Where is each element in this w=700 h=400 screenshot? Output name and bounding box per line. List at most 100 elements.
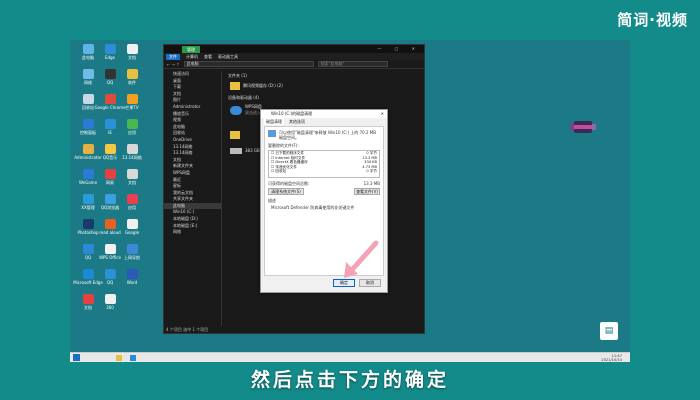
nav-item[interactable]: 播放音乐	[164, 111, 221, 118]
app-icon	[126, 194, 138, 204]
nav-item[interactable]: 文档	[164, 91, 221, 98]
desktop-icon[interactable]: 应用	[118, 194, 146, 210]
nav-item[interactable]: 最近	[164, 177, 221, 184]
desktop-icon-label: 文档	[128, 180, 136, 185]
checkbox-icon[interactable]: ☐	[271, 160, 275, 164]
clean-system-files-button[interactable]: 清理系统文件(S)	[268, 188, 304, 195]
nav-item[interactable]: OneDrive	[164, 137, 221, 144]
desktop-icon-label: 网易	[106, 180, 114, 185]
ribbon-view-tab[interactable]: 查看	[204, 54, 212, 60]
taskbar: 11:47 2021/10/14	[70, 352, 630, 362]
desktop-icon-label: Edge	[104, 55, 116, 60]
desktop-icon[interactable]: 360	[96, 294, 124, 310]
file-category-row[interactable]: ☐ 回收站 0 字节	[269, 169, 379, 174]
nav-item[interactable]: Win10 (C:)	[164, 209, 221, 216]
app-icon	[104, 169, 116, 179]
window-controls[interactable]: — ▢ ✕	[377, 46, 421, 51]
desktop-icon[interactable]: 应用	[118, 119, 146, 135]
desktop-icon[interactable]: Word	[118, 269, 146, 285]
desktop-icon-label: QQ音乐	[102, 155, 118, 160]
ribbon-drive-tools-tab[interactable]: 驱动器工具	[218, 54, 238, 60]
ribbon-computer-tab[interactable]: 计算机	[186, 54, 198, 60]
desktop-icon-label: Google	[124, 230, 140, 235]
nav-item[interactable]: 此电脑	[164, 124, 221, 131]
desktop-icon[interactable]: 文档	[118, 44, 146, 60]
manage-tab-badge[interactable]: 管理	[182, 45, 200, 53]
nav-item[interactable]: 此电脑	[164, 202, 221, 210]
desktop-icon-label: 网络	[84, 80, 92, 85]
nav-item[interactable]: 13.14网络	[164, 150, 221, 157]
nav-item[interactable]: 星标	[164, 183, 221, 190]
app-icon	[82, 44, 94, 54]
navigation-pane: 快速访问 桌面 下载 文档 图片 Administrator 播放音乐 视频 此电脑 回收站 One…	[164, 71, 222, 326]
address-bar[interactable]: 此电脑	[183, 61, 314, 67]
nav-item[interactable]: 网络	[164, 229, 221, 236]
folder-item-label: 腾讯视频缓存 (D:) (2)	[243, 83, 283, 88]
nav-item[interactable]: WPS网盘	[164, 170, 221, 177]
explorer-taskbar-icon[interactable]	[116, 355, 122, 361]
desktop-icon[interactable]: 13.14网络	[118, 144, 146, 160]
desktop-icon-label: WeGame	[78, 180, 98, 185]
tab-more-options[interactable]: 其他选项	[289, 118, 305, 125]
document-icon[interactable]: ▤	[600, 322, 618, 340]
view-files-button[interactable]: 查看文件(V)	[354, 188, 380, 195]
folder-item[interactable]: 腾讯视频缓存 (D:) (2)	[224, 81, 424, 91]
video-subtitle: 然后点击下方的确定	[250, 369, 449, 391]
nav-item[interactable]: 文档	[164, 157, 221, 164]
nav-item[interactable]: 桌面	[164, 78, 221, 85]
edge-taskbar-icon[interactable]	[130, 355, 136, 361]
file-category-name: ☐ 回收站	[271, 169, 287, 174]
checkbox-icon[interactable]: ☐	[271, 151, 275, 155]
app-icon	[82, 119, 94, 129]
app-icon	[104, 194, 116, 204]
section-devices[interactable]: 设备和驱动器 (4)	[224, 91, 424, 103]
brand-logo: 简词·视频	[617, 11, 688, 29]
desktop-screen: 此电脑 Edge 文档 网络 QQ 软件 回收站 Google Chrome 芒果TV 控制面板 I…	[70, 40, 630, 362]
desktop-icon[interactable]: Google	[118, 219, 146, 235]
pointer-arrow-icon	[344, 240, 379, 278]
clock-date: 2021/10/14	[601, 358, 622, 362]
app-icon	[126, 269, 138, 279]
app-icon	[126, 219, 138, 229]
nav-item[interactable]: 我的云文档	[164, 190, 221, 197]
app-icon	[82, 194, 94, 204]
nav-item[interactable]: 共享文件夹	[164, 196, 221, 203]
files-to-delete-list[interactable]: ☐ 已下载的程序文件 0 字节 ☐ Internet 临时文件 13.3 MB ☐ Di…	[268, 150, 380, 178]
app-icon	[126, 244, 138, 254]
desktop-icon-label: IE	[108, 130, 112, 135]
nav-item[interactable]: 快速访问	[164, 71, 221, 78]
ribbon-file-tab[interactable]: 文件	[166, 53, 180, 60]
nav-item[interactable]: 本地磁盘 (E:)	[164, 223, 221, 230]
desktop-icon-label: QQ	[84, 255, 92, 260]
search-box[interactable]: 搜索"此电脑"	[317, 61, 388, 67]
desktop-icon[interactable]: 芒果TV	[118, 94, 146, 110]
section-folders[interactable]: 文件夹 (1)	[224, 71, 424, 81]
nav-item[interactable]: 本地磁盘 (D:)	[164, 216, 221, 223]
nav-item[interactable]: 视频	[164, 117, 221, 124]
nav-item[interactable]: 新建文件夹	[164, 163, 221, 170]
app-icon	[104, 44, 116, 54]
nav-item[interactable]: 13.14网络	[164, 144, 221, 151]
start-icon[interactable]	[73, 354, 80, 361]
tab-disk-cleanup[interactable]: 磁盘清理	[264, 118, 284, 125]
nav-arrows-icon[interactable]: ← → ↑	[167, 62, 180, 67]
nav-item[interactable]: 图片	[164, 97, 221, 104]
app-icon	[126, 119, 138, 129]
desktop-icon[interactable]: 上网导航	[118, 244, 146, 260]
desktop-icon[interactable]: 文档	[118, 169, 146, 185]
checkbox-icon[interactable]: ☐	[271, 156, 275, 160]
nav-item[interactable]: Administrator	[164, 104, 221, 111]
nav-item[interactable]: 回收站	[164, 130, 221, 137]
desktop-icon-label: 应用	[128, 130, 136, 135]
nav-item[interactable]: 下载	[164, 84, 221, 91]
desktop-icon-label: 芒果TV	[125, 105, 139, 110]
usb-drive-icon	[570, 121, 596, 133]
app-icon	[126, 69, 138, 79]
desktop-icon-label: 软件	[128, 80, 136, 85]
desktop-icon[interactable]: 软件	[118, 69, 146, 85]
close-icon[interactable]: ✕	[381, 110, 384, 118]
dialog-title: Win10 (C:)的磁盘清理	[271, 111, 313, 116]
total-label: 可获得的磁盘空间总数:	[268, 181, 310, 186]
desktop-icon-label: QQ浏览器	[100, 205, 120, 210]
checkbox-icon[interactable]: ☐	[271, 169, 275, 173]
